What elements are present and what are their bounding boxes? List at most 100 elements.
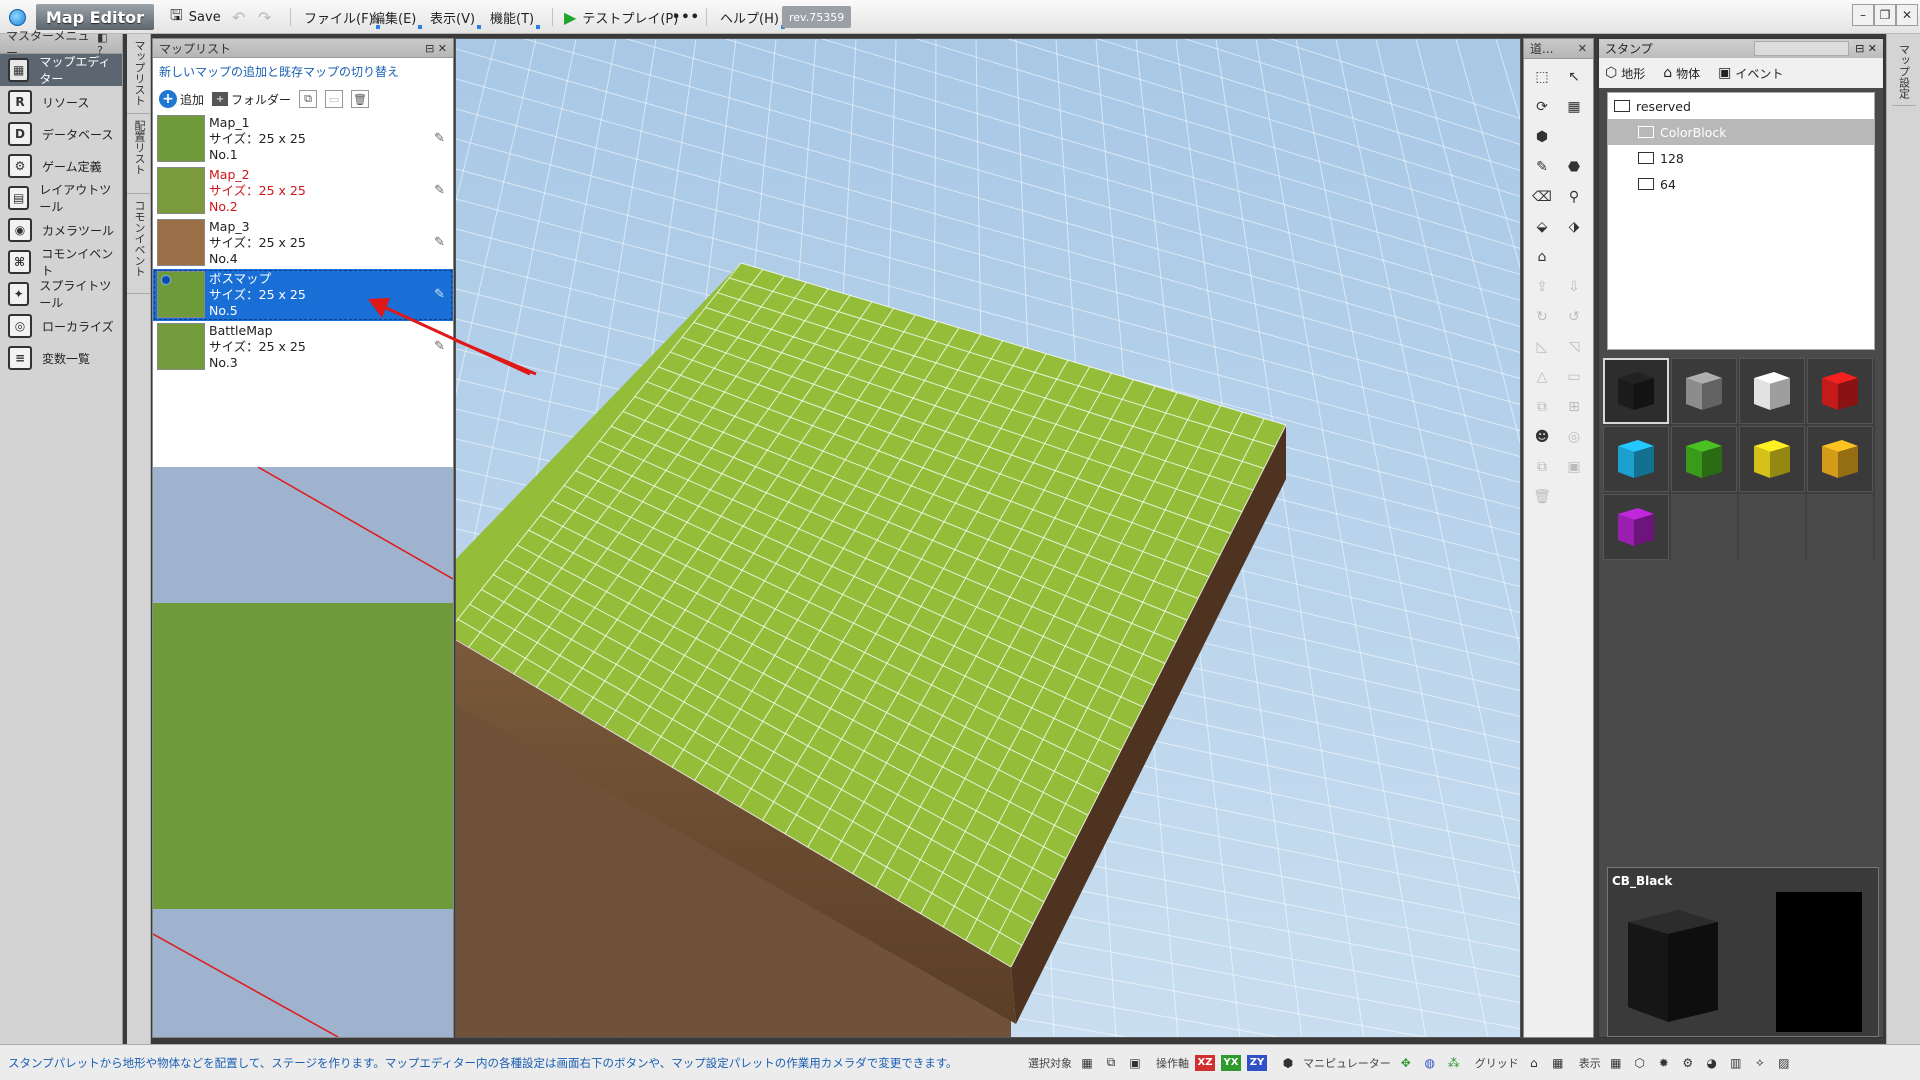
stamp-tab[interactable]: ▣ イベント xyxy=(1718,65,1783,82)
grid-select-icon[interactable]: ▦ xyxy=(1560,93,1588,121)
copy-icon[interactable]: ⧉ xyxy=(1528,453,1556,481)
menu-help[interactable]: ヘルプ(H) xyxy=(716,4,785,30)
box-icon[interactable]: ▭ xyxy=(1560,363,1588,391)
master-menu-item[interactable]: ≡ 変数一覧 xyxy=(0,342,122,374)
stamp-tab[interactable]: ⬡ 地形 xyxy=(1605,65,1645,82)
eraser-icon[interactable]: ⌫ xyxy=(1528,183,1556,211)
merge-icon[interactable]: ⧉ xyxy=(1528,393,1556,421)
rotate-icon[interactable]: ↻ xyxy=(1528,303,1556,331)
stamp-cube-item[interactable] xyxy=(1603,494,1669,560)
trash-icon[interactable]: 🗑 xyxy=(351,90,370,108)
menu-file[interactable]: ファイル(F) xyxy=(300,4,380,30)
copy-icon[interactable]: ⧉ xyxy=(299,90,318,108)
stamp-cube-item[interactable] xyxy=(1807,358,1873,424)
display-gear-icon[interactable]: ⚙ xyxy=(1679,1054,1697,1072)
stamp-cube-item[interactable] xyxy=(1739,426,1805,492)
terrain-paint-icon[interactable]: ⬢ xyxy=(1528,123,1556,151)
slope-alt-icon[interactable]: ◹ xyxy=(1560,333,1588,361)
display-cube-icon[interactable]: ⬡ xyxy=(1631,1054,1649,1072)
select-icon[interactable]: ⬚ xyxy=(1528,63,1556,91)
minimize-icon[interactable]: – xyxy=(1852,4,1874,26)
vtab-placement-list[interactable]: 配置リスト xyxy=(127,114,151,194)
grid-table-icon[interactable]: ▦ xyxy=(1549,1054,1567,1072)
pin-close-icon[interactable]: ⊟ ✕ xyxy=(425,42,447,55)
paste-icon[interactable]: ▭ xyxy=(325,90,344,108)
split-icon[interactable]: ⊞ xyxy=(1560,393,1588,421)
menu-view[interactable]: 表示(V) xyxy=(426,4,482,30)
grid-icon[interactable]: ⌂ xyxy=(1525,1054,1543,1072)
stamp-pin-close-icon[interactable]: ⊟ ✕ xyxy=(1855,42,1877,55)
lower-icon[interactable]: ⇩ xyxy=(1560,273,1588,301)
menu-edit[interactable]: 編集(E) xyxy=(368,4,423,30)
trash-icon[interactable]: 🗑 xyxy=(1528,483,1556,511)
stamp-tab[interactable]: ⌂ 物体 xyxy=(1663,65,1700,82)
add-map-button[interactable]: + 追加 xyxy=(159,90,204,108)
coin-icon[interactable]: ◎ xyxy=(1560,423,1588,451)
vtab-map-list[interactable]: マップリスト xyxy=(127,34,151,114)
tree-item[interactable]: reserved xyxy=(1608,93,1874,119)
map-list-item[interactable]: Map_3 サイズ：25 x 25 No.4 ✎ xyxy=(153,217,453,269)
more-button[interactable]: ••• xyxy=(672,4,700,30)
master-menu-item[interactable]: R リソース xyxy=(0,86,122,118)
tree-item[interactable]: 64 xyxy=(1608,171,1874,197)
raise-icon[interactable]: ⇪ xyxy=(1528,273,1556,301)
dropper-icon[interactable]: ⚲ xyxy=(1560,183,1588,211)
pencil-icon[interactable]: ✎ xyxy=(434,183,445,199)
select-event-icon[interactable]: ▣ xyxy=(1126,1054,1144,1072)
display-camera-icon[interactable]: ▥ xyxy=(1727,1054,1745,1072)
manipulator-icon[interactable]: ⬢ xyxy=(1279,1054,1297,1072)
stamp-search-input[interactable] xyxy=(1754,41,1850,56)
master-menu-item[interactable]: ▦ マップエディター xyxy=(0,54,122,86)
master-menu-item[interactable]: ✦ スプライトツール xyxy=(0,278,122,310)
maximize-icon[interactable]: ❐ xyxy=(1874,4,1896,26)
stamp-cube-item[interactable] xyxy=(1671,426,1737,492)
triangle-icon[interactable]: △ xyxy=(1528,363,1556,391)
map-list-item[interactable]: Map_2 サイズ：25 x 25 No.2 ✎ xyxy=(153,165,453,217)
tree-item[interactable]: 128 xyxy=(1608,145,1874,171)
stamp-cube-item[interactable] xyxy=(1671,358,1737,424)
master-menu-item[interactable]: ⚙ ゲーム定義 xyxy=(0,150,122,182)
vtab-map-settings[interactable]: マップ設定 xyxy=(1891,38,1916,106)
paste-icon[interactable]: ▣ xyxy=(1560,453,1588,481)
select-object-icon[interactable]: ⧉ xyxy=(1102,1054,1120,1072)
pointer-icon[interactable]: ↖ xyxy=(1560,63,1588,91)
menu-function[interactable]: 機能(T) xyxy=(486,4,541,30)
stamp-cube-item[interactable] xyxy=(1603,358,1669,424)
tool-close-icon[interactable]: ✕ xyxy=(1578,42,1587,55)
display-grid-icon[interactable]: ▦ xyxy=(1607,1054,1625,1072)
fill-icon[interactable]: ⬙ xyxy=(1528,213,1556,241)
close-icon[interactable]: ✕ xyxy=(1896,4,1918,26)
3d-viewport[interactable] xyxy=(455,38,1521,1038)
stamp-cube-item[interactable] xyxy=(1739,358,1805,424)
lasso-icon[interactable]: ⟳ xyxy=(1528,93,1556,121)
slope-icon[interactable]: ◺ xyxy=(1528,333,1556,361)
axis-zy-button[interactable]: ZY xyxy=(1247,1054,1267,1071)
master-menu-item[interactable]: ◎ ローカライズ xyxy=(0,310,122,342)
stamp-cube-item[interactable] xyxy=(1603,426,1669,492)
rotate-icon[interactable]: ◍ xyxy=(1421,1054,1439,1072)
undo-icon[interactable]: ↶ xyxy=(232,4,245,30)
display-axes-icon[interactable]: ⟡ xyxy=(1751,1054,1769,1072)
stamp-cube-item[interactable] xyxy=(1807,426,1873,492)
redo-icon[interactable]: ↷ xyxy=(258,4,271,30)
map-scene[interactable] xyxy=(456,39,1521,1038)
character-icon[interactable]: ☻ xyxy=(1528,423,1556,451)
tree-item[interactable]: ColorBlock xyxy=(1608,119,1874,145)
master-menu-item[interactable]: ▤ レイアウトツール xyxy=(0,182,122,214)
axis-yx-button[interactable]: YX xyxy=(1221,1054,1241,1071)
rotate-alt-icon[interactable]: ↺ xyxy=(1560,303,1588,331)
save-button[interactable]: 🖫 Save xyxy=(170,4,221,30)
pencil-icon[interactable]: ✎ xyxy=(434,131,445,147)
scale-icon[interactable]: ⁂ xyxy=(1445,1054,1463,1072)
fill-object-icon[interactable]: ⬗ xyxy=(1560,213,1588,241)
add-folder-button[interactable]: + フォルダー xyxy=(212,91,291,108)
display-globe-icon[interactable]: ◕ xyxy=(1703,1054,1721,1072)
object-paint-icon[interactable]: ⬣ xyxy=(1560,153,1588,181)
move-icon[interactable]: ✥ xyxy=(1397,1054,1415,1072)
pencil-icon[interactable]: ✎ xyxy=(434,235,445,251)
house-icon[interactable]: ⌂ xyxy=(1528,243,1556,271)
axis-xz-button[interactable]: XZ xyxy=(1195,1054,1215,1071)
map-list-item[interactable]: Map_1 サイズ：25 x 25 No.1 ✎ xyxy=(153,113,453,165)
vtab-common-event[interactable]: コモンイベント xyxy=(127,194,151,294)
master-menu-item[interactable]: ◉ カメラツール xyxy=(0,214,122,246)
